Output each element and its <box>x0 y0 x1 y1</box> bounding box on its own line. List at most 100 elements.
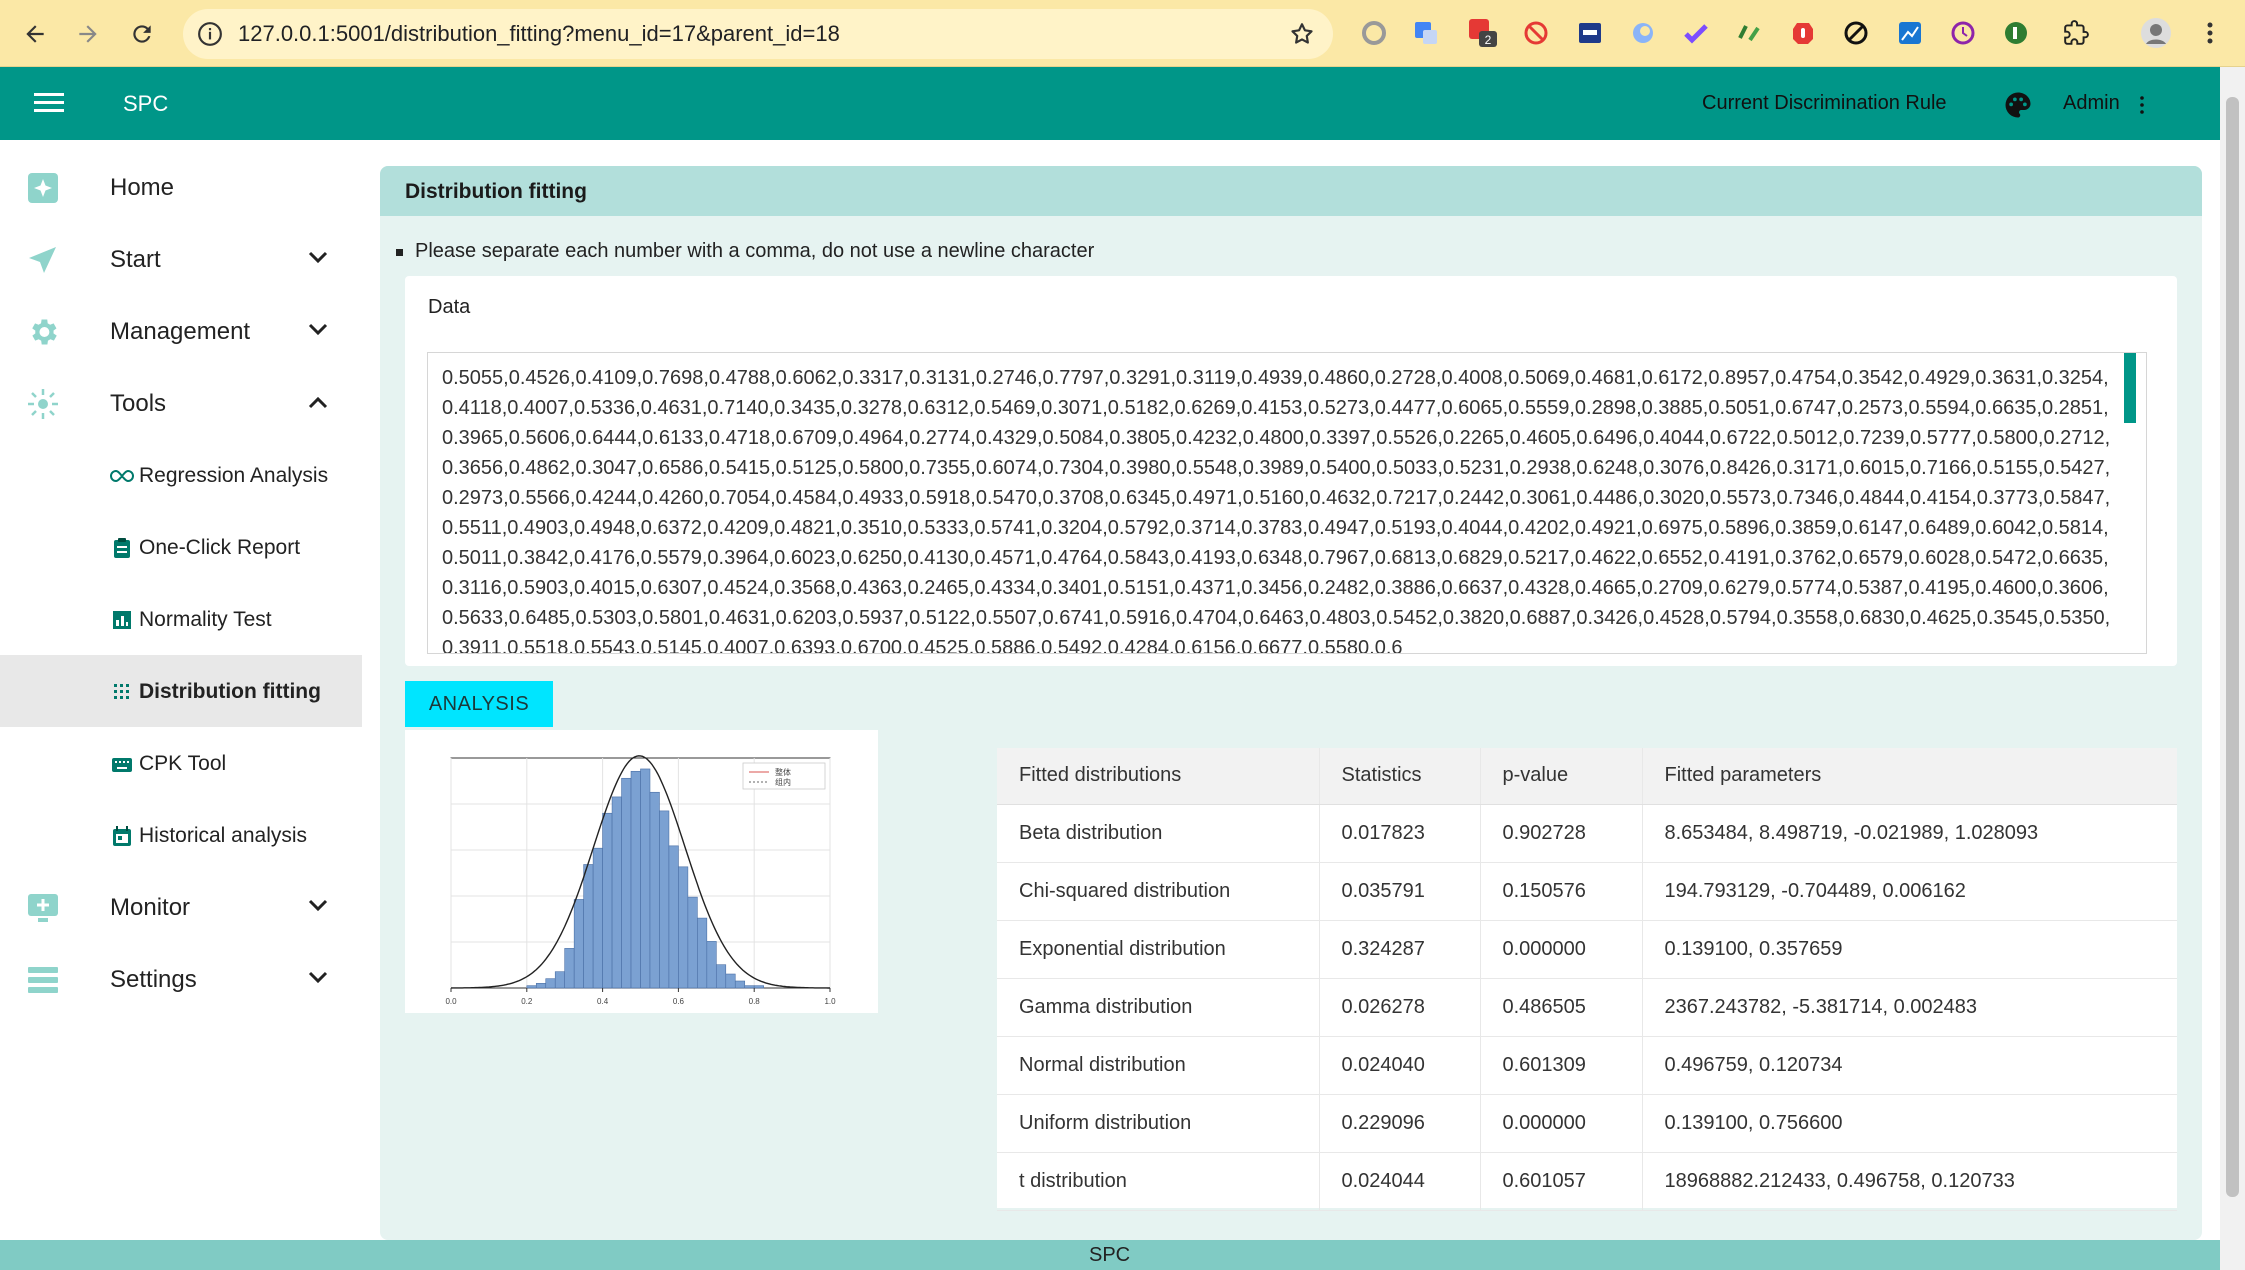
extension-circle-icon[interactable] <box>1358 17 1390 49</box>
table-cell: 8.653484, 8.498719, -0.021989, 1.028093 <box>1641 804 2177 863</box>
profile-avatar-icon[interactable] <box>2140 17 2172 49</box>
table-row: Exponential distribution 0.324287 0.000000… <box>997 920 2177 979</box>
clipboard-icon <box>114 538 130 558</box>
tag-extension-icon[interactable] <box>1733 17 1765 49</box>
sidebar-subitem-regression-analysis[interactable]: Regression Analysis <box>0 439 362 511</box>
badge-extension-icon[interactable]: 2 <box>1467 17 1499 49</box>
page-scrollbar-thumb[interactable] <box>2226 97 2239 1197</box>
sidebar-subitem-label: One-Click Report <box>139 536 301 559</box>
histogram-bar <box>526 985 537 989</box>
legend-label: 整体 <box>775 767 791 777</box>
slash-extension-icon[interactable] <box>1840 17 1872 49</box>
current-rule-link[interactable]: Current Discrimination Rule <box>1702 92 1947 115</box>
histogram-bar <box>744 985 755 989</box>
sidebar-item-start[interactable]: Start <box>0 223 362 295</box>
sidebar-item-monitor[interactable]: Monitor <box>0 871 362 943</box>
sidebar-item-home[interactable]: Home <box>0 151 362 223</box>
histogram-bar <box>535 983 547 989</box>
x-tick-label: 0.8 <box>749 997 761 1006</box>
sidebar-subitem-one-click-report[interactable]: One-Click Report <box>0 511 362 583</box>
histogram-svg: 0.0 0.2 0.4 0.6 0.8 1.0 整体组内 <box>445 755 836 1006</box>
puzzle-extensions-icon[interactable] <box>2060 17 2092 49</box>
reload-button[interactable] <box>122 14 162 54</box>
table-cell: 18968882.212433, 0.496758, 0.120733 <box>1641 1152 2177 1211</box>
chevron-down-icon <box>308 971 328 984</box>
table-cell: 0.496759, 0.120734 <box>1641 1036 2177 1095</box>
table-row: Uniform distribution 0.229096 0.000000 0.13… <box>997 1094 2177 1153</box>
table-cell: Normal distribution <box>997 1036 1319 1095</box>
edge-extension-icon[interactable] <box>1627 17 1659 49</box>
sidebar-subitem-label: Normality Test <box>139 608 272 631</box>
back-button[interactable] <box>15 14 55 54</box>
grid-dots-icon <box>114 684 129 699</box>
app-header: SPC Current Discrimination Rule Admin <box>0 67 2220 140</box>
table-cell: 0.024044 <box>1318 1152 1480 1211</box>
page-scrollbar[interactable] <box>2220 67 2245 1270</box>
table-cell: 2367.243782, -5.381714, 0.002483 <box>1641 978 2177 1037</box>
sidebar-item-settings[interactable]: Settings <box>0 943 362 1015</box>
sidebar-item-tools[interactable]: Tools <box>0 367 362 439</box>
histogram-bar <box>573 899 584 989</box>
table-row: Beta distribution 0.017823 0.902728 8.65348… <box>997 804 2177 863</box>
table-cell: 0.150576 <box>1479 862 1642 921</box>
histogram-bar <box>753 985 764 989</box>
sidebar-subitem-historical-analysis[interactable]: Historical analysis <box>0 799 362 871</box>
table-row: t distribution 0.024044 0.601057 18968882.2… <box>997 1152 2177 1211</box>
pdf-extension-icon[interactable] <box>1574 17 1606 49</box>
block-extension-icon[interactable] <box>1520 17 1552 49</box>
forward-arrow-icon <box>79 25 97 43</box>
panel-header: Distribution fitting <box>380 166 2202 216</box>
histogram-bar <box>649 791 660 989</box>
translate-extension-icon[interactable] <box>1410 17 1442 49</box>
check-extension-icon[interactable] <box>1680 17 1712 49</box>
x-tick-label: 0.2 <box>521 997 533 1006</box>
legend-label: 组内 <box>775 777 791 787</box>
hamburger-menu-icon[interactable] <box>34 91 64 115</box>
histogram-chart: 0.0 0.2 0.4 0.6 0.8 1.0 整体 组内 <box>405 730 878 1013</box>
column-header: Fitted parameters <box>1641 748 2177 805</box>
sidebar-subitem-label: Distribution fitting <box>139 680 321 703</box>
history-extension-icon[interactable] <box>1947 17 1979 49</box>
table-cell: Beta distribution <box>997 804 1319 863</box>
chevron-down-icon <box>308 899 328 912</box>
histogram-bar <box>602 812 613 989</box>
sidebar-subitem-cpk-tool[interactable]: CPK Tool <box>0 727 362 799</box>
data-textarea[interactable]: 0.5055,0.4526,0.4109,0.7698,0.4788,0.606… <box>427 352 2147 654</box>
histogram-bar <box>706 941 717 989</box>
keyboard-icon <box>112 758 132 772</box>
histogram-bar <box>697 917 708 989</box>
table-cell: Gamma distribution <box>997 978 1319 1037</box>
histogram-bar <box>678 866 689 989</box>
tools-sun-icon <box>28 389 58 419</box>
browser-menu-icon[interactable] <box>2194 17 2226 49</box>
textarea-scrollbar[interactable] <box>2124 353 2136 423</box>
sidebar-subitem-distribution-fitting[interactable]: Distribution fitting <box>0 655 362 727</box>
hand-extension-icon[interactable] <box>1787 17 1819 49</box>
user-name[interactable]: Admin <box>2063 92 2120 115</box>
footer: SPC <box>0 1240 2220 1270</box>
infinity-icon <box>110 469 134 483</box>
id-extension-icon[interactable] <box>2000 17 2032 49</box>
histogram-bar <box>725 973 736 989</box>
address-bar[interactable]: 127.0.0.1:5001/distribution_fitting?menu… <box>183 9 1333 59</box>
sidebar-item-label: Tools <box>110 390 167 417</box>
sidebar-subitem-normality-test[interactable]: Normality Test <box>0 583 362 655</box>
palette-icon[interactable] <box>2003 90 2033 120</box>
histogram-bar <box>630 770 641 989</box>
sidebar-item-label: Monitor <box>110 894 191 921</box>
chart-extension-icon[interactable] <box>1894 17 1926 49</box>
home-sparkle-icon <box>28 173 58 203</box>
user-menu-icon[interactable] <box>2139 95 2145 115</box>
bookmark-star-icon[interactable] <box>1289 21 1315 47</box>
histogram-bar <box>687 896 698 989</box>
column-header: Fitted distributions <box>997 748 1319 805</box>
url-text: 127.0.0.1:5001/distribution_fitting?menu… <box>238 21 840 46</box>
table-cell: 194.793129, -0.704489, 0.006162 <box>1641 862 2177 921</box>
forward-button[interactable] <box>68 14 108 54</box>
table-cell: 0.139100, 0.756600 <box>1641 1094 2177 1153</box>
analysis-button[interactable]: ANALYSIS <box>405 681 553 727</box>
sidebar-item-management[interactable]: Management <box>0 295 362 367</box>
fit-results-table: Fitted distributions Statistics p-value … <box>997 748 2177 1211</box>
table-cell: 0.601057 <box>1479 1152 1642 1211</box>
table-cell: t distribution <box>997 1152 1319 1211</box>
